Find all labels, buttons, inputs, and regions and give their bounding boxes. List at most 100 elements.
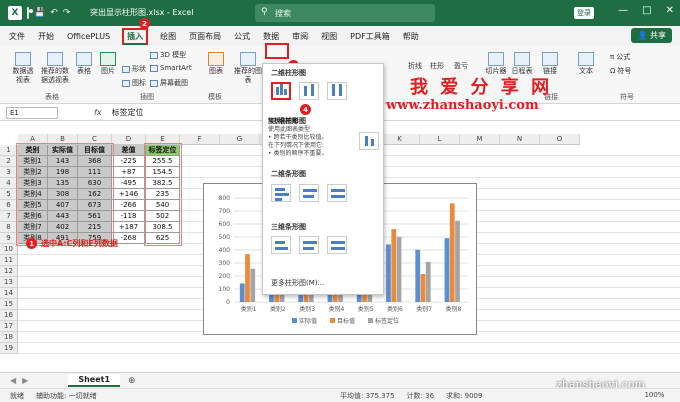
row-header[interactable]: 18	[0, 332, 18, 343]
minimize-icon[interactable]: —	[618, 5, 628, 16]
sparkline-line-button[interactable]: 折线	[406, 62, 424, 71]
close-icon[interactable]: ✕	[666, 5, 674, 16]
column-chart-dropdown-button[interactable]	[265, 43, 289, 59]
tab-review[interactable]: 审阅	[291, 29, 309, 44]
tab-insert[interactable]: 插入	[122, 27, 149, 45]
3d-clustered-bar-option[interactable]	[271, 236, 291, 254]
table-cell[interactable]: -118	[112, 211, 146, 222]
row-header[interactable]: 13	[0, 277, 18, 288]
smartart-button[interactable]: SmartArt	[150, 64, 192, 72]
row-header[interactable]: 17	[0, 321, 18, 332]
pivot-label: 数据透视表	[12, 67, 34, 84]
equation-button[interactable]: π 公式	[610, 52, 630, 62]
table-cell[interactable]: -495	[112, 178, 146, 189]
3d-column-option[interactable]	[359, 132, 379, 150]
percent-stacked-bar-option[interactable]	[327, 184, 347, 202]
more-column-charts-link[interactable]: 更多柱形图(M)...	[271, 278, 324, 288]
tab-view[interactable]: 视图	[320, 29, 338, 44]
sheet-tab-sheet1[interactable]: Sheet1	[68, 374, 121, 387]
column-header[interactable]: G	[220, 134, 260, 145]
grid-line	[18, 353, 680, 354]
login-button[interactable]: 登录	[574, 7, 594, 19]
column-header[interactable]: L	[420, 134, 460, 145]
column-header[interactable]: K	[380, 134, 420, 145]
fx-icon[interactable]: fx	[94, 108, 102, 117]
images-button[interactable]: 图片	[98, 52, 118, 76]
tab-file[interactable]: 文件	[8, 29, 26, 44]
table-cell[interactable]: +87	[112, 167, 146, 178]
autosave-toggle[interactable]	[27, 7, 29, 19]
symbol-button[interactable]: Ω 符号	[610, 66, 631, 76]
row-header[interactable]: 11	[0, 255, 18, 266]
shapes-button[interactable]: 形状	[122, 64, 146, 74]
stacked-column-option[interactable]	[299, 82, 319, 100]
recommended-pivot-button[interactable]: 推荐的数据透视表	[40, 52, 70, 85]
column-header[interactable]: N	[500, 134, 540, 145]
sparkline-column-button[interactable]: 柱形	[428, 62, 446, 71]
row-header[interactable]: 14	[0, 288, 18, 299]
row-header[interactable]: 15	[0, 299, 18, 310]
icons-button[interactable]: 图标	[122, 78, 146, 88]
row-header[interactable]: 12	[0, 266, 18, 277]
tooltip-line: • 类别的顺序不重要。	[268, 150, 328, 157]
search-box[interactable]: ⚲ 搜索	[255, 4, 435, 22]
status-zoom[interactable]: 100%	[644, 391, 664, 401]
table-cell[interactable]: -266	[112, 200, 146, 211]
table-cell[interactable]: +187	[112, 222, 146, 233]
maximize-icon[interactable]: □	[642, 5, 651, 16]
group-templates: 模板	[208, 93, 222, 101]
tab-pdf[interactable]: PDF工具箱	[349, 29, 391, 44]
recommended-charts-button[interactable]: 推荐的图表	[234, 52, 262, 85]
3d-model-button[interactable]: 3D 模型	[150, 50, 186, 60]
status-average: 平均值: 375.375	[340, 392, 395, 400]
table-cell[interactable]: +146	[112, 189, 146, 200]
tab-home[interactable]: 开始	[37, 29, 55, 44]
3d-percent-stacked-bar-option[interactable]	[327, 236, 347, 254]
chart-y-tick: 300	[219, 260, 231, 267]
pivot-table-button[interactable]: 数据透视表	[10, 52, 36, 85]
charts-button[interactable]: 图表	[206, 52, 226, 76]
chart-bar	[415, 249, 421, 302]
clustered-column-option[interactable]	[271, 82, 291, 100]
tooltip-line: • 跨若干类别比较值。	[268, 134, 328, 141]
name-box[interactable]: E1	[6, 106, 58, 119]
undo-icon[interactable]: ↶	[50, 8, 58, 18]
sheet-nav-right-icon[interactable]: ▶	[22, 376, 28, 385]
column-header[interactable]: M	[460, 134, 500, 145]
tab-officeplus[interactable]: OfficePLUS	[66, 30, 111, 43]
sheet-nav-left-icon[interactable]: ◀	[10, 376, 16, 385]
sparkline-winloss-button[interactable]: 盈亏	[452, 62, 470, 71]
table-cell[interactable]: -225	[112, 156, 146, 167]
selection-outline-abc	[16, 143, 114, 246]
table-button[interactable]: 表格	[74, 52, 94, 76]
percent-stacked-column-option[interactable]	[327, 82, 347, 100]
add-sheet-icon[interactable]: ⊕	[128, 376, 136, 386]
row-header[interactable]: 19	[0, 343, 18, 354]
column-header[interactable]: F	[180, 134, 220, 145]
row-header[interactable]: 16	[0, 310, 18, 321]
shapes-icon	[122, 65, 130, 73]
text-button[interactable]: 文本	[576, 52, 596, 76]
save-icon[interactable]: 💾	[34, 8, 45, 18]
screenshot-button[interactable]: 屏幕截图	[150, 78, 188, 88]
redo-icon[interactable]: ↷	[63, 8, 71, 18]
tab-help[interactable]: 帮助	[402, 29, 420, 44]
status-count: 计数: 36	[406, 392, 435, 400]
formula-input[interactable]: 标签定位	[112, 107, 144, 118]
clustered-bar-option[interactable]	[271, 184, 291, 202]
stacked-bar-option[interactable]	[299, 184, 319, 202]
share-button[interactable]: 👤 共享	[631, 28, 672, 43]
tab-data[interactable]: 数据	[262, 29, 280, 44]
tab-formulas[interactable]: 公式	[233, 29, 251, 44]
3d-stacked-bar-option[interactable]	[299, 236, 319, 254]
tab-draw[interactable]: 绘图	[159, 29, 177, 44]
symbol-label: 符号	[617, 67, 632, 75]
tab-page-layout[interactable]: 页面布局	[188, 29, 222, 44]
chart-x-tick: 类别1	[241, 305, 257, 313]
column-header[interactable]: D	[112, 134, 146, 145]
charts-icon	[208, 52, 224, 66]
status-accessibility[interactable]: 辅助功能: 一切就绪	[36, 391, 97, 401]
selection-outline-e	[144, 143, 182, 246]
column-header[interactable]: O	[540, 134, 580, 145]
table-header-cell[interactable]: 差值	[112, 145, 146, 156]
